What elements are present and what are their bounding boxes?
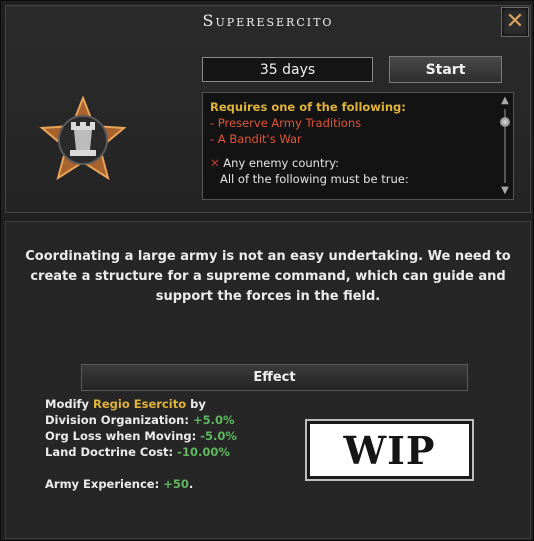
modifier-row: Land Doctrine Cost: -10.00% [45, 445, 230, 459]
duration-display: 35 days [202, 57, 373, 82]
requirement-item: - Preserve Army Traditions [210, 116, 362, 130]
modifier-row: Division Organization: +5.0% [45, 413, 235, 427]
scroll-up-arrow-icon[interactable]: ▲ [499, 95, 511, 107]
requirement-item: - A Bandit's War [210, 132, 302, 146]
wip-label: WIP [310, 424, 469, 476]
close-x-icon: ✕ [505, 9, 525, 34]
decision-description: Coordinating a large army is not an easy… [25, 249, 511, 304]
requirement-condition: ✕ Any enemy country: [210, 156, 340, 170]
requirements-scrollbar[interactable]: ▲ ▼ [499, 95, 511, 197]
scroll-down-arrow-icon[interactable]: ▼ [499, 185, 511, 197]
requirement-subcondition: All of the following must be true: [220, 172, 409, 186]
window-title: Superesercito [202, 11, 334, 30]
decision-window: Superesercito ✕ 35 days Start Requires o… [0, 0, 534, 541]
close-button[interactable]: ✕ [501, 7, 529, 37]
requirements-list: Requires one of the following: - Preserv… [210, 99, 490, 187]
modify-line: Modify Regio Esercito by [45, 397, 206, 411]
chess-rook-star-emblem-icon [39, 96, 127, 181]
start-button[interactable]: Start [389, 56, 502, 83]
modified-target: Regio Esercito [93, 397, 187, 411]
modifier-row: Org Loss when Moving: -5.0% [45, 429, 237, 443]
effect-list: Modify Regio Esercito by Division Organi… [45, 396, 305, 492]
effect-header: Effect [81, 364, 468, 391]
army-experience-row: Army Experience: +50. [45, 477, 194, 491]
requirements-panel[interactable]: Requires one of the following: - Preserv… [202, 92, 514, 200]
cross-mark-icon: ✕ [210, 156, 220, 170]
scroll-thumb[interactable] [500, 117, 510, 127]
wip-picture: WIP [305, 419, 474, 481]
requirements-header: Requires one of the following: [210, 100, 406, 114]
